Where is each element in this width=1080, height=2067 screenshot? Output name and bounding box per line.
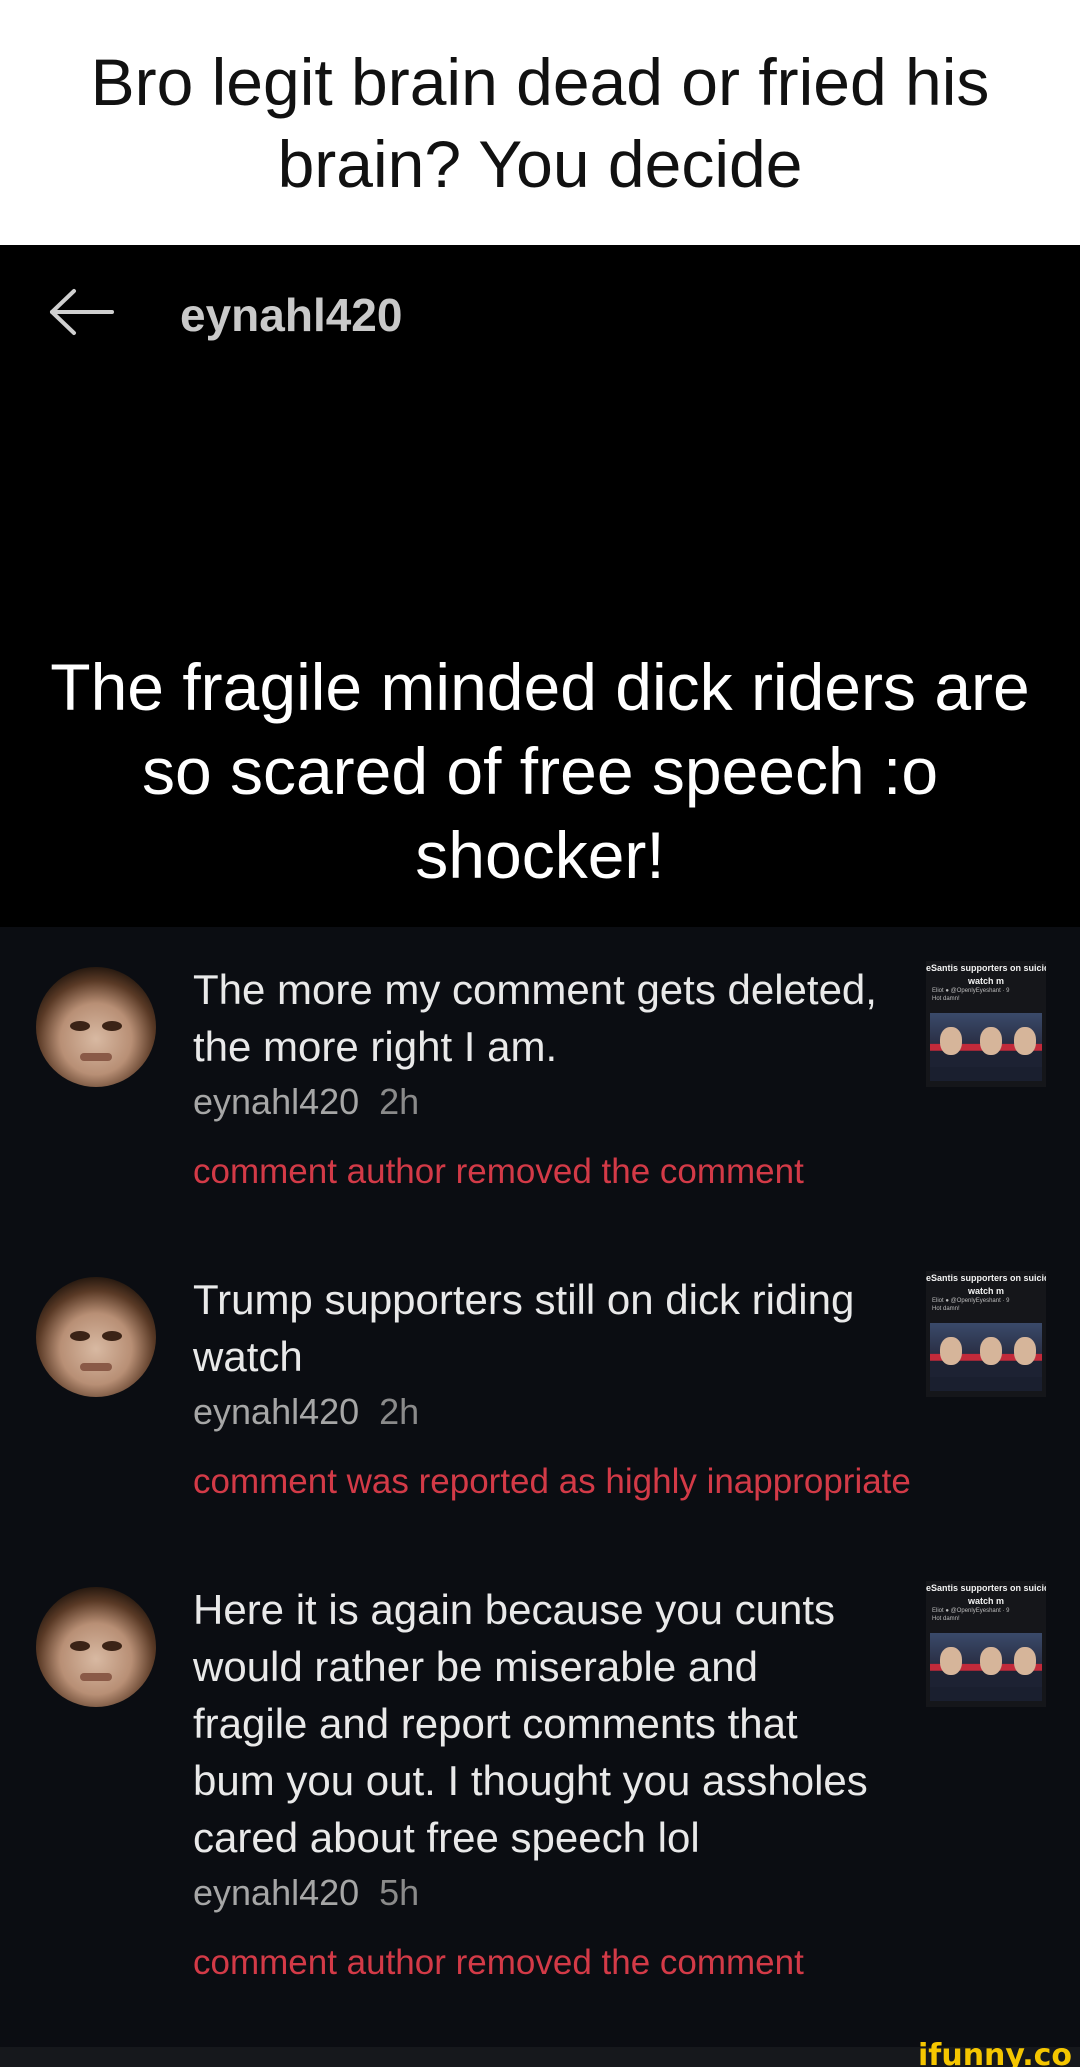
app-screenshot: eynahl420 The fragile minded dick riders… [0,245,1080,2047]
comment-author[interactable]: eynahl420 [193,1391,359,1432]
comment-list: The more my comment gets deleted, the mo… [0,927,1080,2047]
thumbnail-title-2: watch m [967,1596,1004,1606]
comment-time: 2h [379,1081,420,1122]
thumbnail-sub-2: Hot damn! [932,996,960,1002]
post-thumbnail[interactable]: eSantis supporters on suicic watch m Eli… [926,961,1046,1087]
thumbnail-title-2: watch m [967,976,1004,986]
comment-text: Here it is again because you cunts would… [193,1586,868,1861]
comment-meta: eynahl420 2h [193,1387,893,1437]
avatar[interactable] [36,967,156,1087]
thumbnail-image [930,1633,1042,1701]
meme-caption: Bro legit brain dead or fried his brain?… [90,44,990,201]
thumbnail-title: eSantis supporters on suicic [926,1583,1046,1593]
header-username[interactable]: eynahl420 [180,287,402,343]
thumbnail-sub-2: Hot damn! [932,1306,960,1312]
thumbnail-title-2: watch m [967,1286,1004,1296]
post-header: eynahl420 The fragile minded dick riders… [0,245,1080,927]
comment-author[interactable]: eynahl420 [193,1872,359,1913]
meme-caption-area: Bro legit brain dead or fried his brain?… [0,0,1080,245]
comment-status: comment author removed the comment [193,1943,804,1982]
thumbnail-title: eSantis supporters on suicic [926,1273,1046,1283]
comment-status: comment was reported as highly inappropr… [193,1462,911,1501]
comment-text: The more my comment gets deleted, the mo… [193,966,877,1070]
comment-meta: eynahl420 5h [193,1868,883,1918]
thumbnail-sub: Eliot ● @OpenlyEyeshant · 9 [932,1608,1010,1614]
post-thumbnail[interactable]: eSantis supporters on suicic watch m Eli… [926,1271,1046,1397]
comment-meta: eynahl420 2h [193,1077,893,1127]
ifunny-watermark: ifunny.co [918,2038,1072,2067]
thumbnail-sub: Eliot ● @OpenlyEyeshant · 9 [932,1298,1010,1304]
back-arrow-icon[interactable] [48,287,118,337]
avatar[interactable] [36,1587,156,1707]
thumbnail-sub-2: Hot damn! [932,1616,960,1622]
avatar[interactable] [36,1277,156,1397]
comment-time: 5h [379,1872,420,1913]
thumbnail-image [930,1013,1042,1081]
comment-time: 2h [379,1391,420,1432]
thumbnail-title: eSantis supporters on suicic [926,963,1046,973]
comment-status: comment author removed the comment [193,1152,804,1191]
post-thumbnail[interactable]: eSantis supporters on suicic watch m Eli… [926,1581,1046,1707]
thumbnail-image [930,1323,1042,1391]
comment-author[interactable]: eynahl420 [193,1081,359,1122]
post-title: The fragile minded dick riders are so sc… [50,650,1030,892]
comment-text: Trump supporters still on dick riding wa… [193,1276,855,1380]
thumbnail-sub: Eliot ● @OpenlyEyeshant · 9 [932,988,1010,994]
